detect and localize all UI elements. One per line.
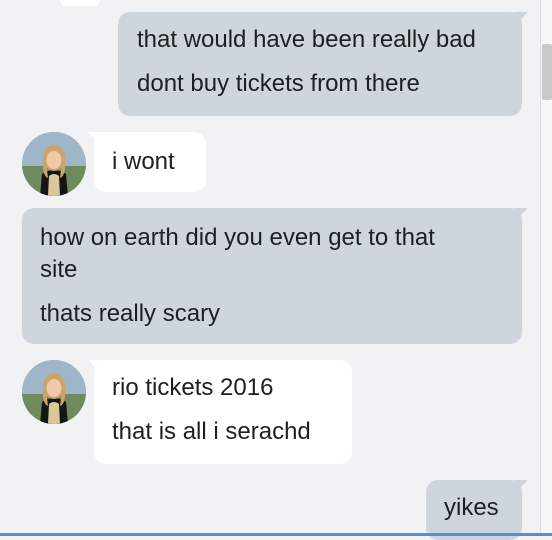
message-text: dont buy tickets from there bbox=[137, 70, 420, 97]
contact-photo-icon bbox=[22, 360, 86, 424]
message-text: i wont bbox=[112, 148, 175, 175]
message-text: rio tickets 2016 bbox=[112, 374, 274, 401]
scrollbar-thumb[interactable] bbox=[542, 44, 552, 100]
message-text: thats really scary bbox=[40, 300, 221, 327]
chat-transcript: that would have been really bad dont buy… bbox=[0, 0, 540, 540]
sent-message-bubble[interactable]: how on earth did you even get to that si… bbox=[22, 208, 528, 344]
message-text: that is all i serachd bbox=[112, 418, 311, 445]
received-message-bubble[interactable]: rio tickets 2016 that is all i serachd bbox=[88, 360, 352, 464]
message-text: yikes bbox=[444, 494, 499, 521]
contact-photo-icon bbox=[22, 132, 86, 196]
message-text: that would have been really bad bbox=[137, 26, 476, 53]
sent-message-bubble[interactable]: yikes bbox=[426, 480, 528, 540]
contact-avatar[interactable] bbox=[22, 360, 86, 424]
sent-message-bubble[interactable]: that would have been really bad dont buy… bbox=[118, 12, 528, 116]
message-text: site bbox=[40, 256, 78, 283]
contact-avatar[interactable] bbox=[22, 132, 86, 196]
received-message-bubble[interactable]: i wont bbox=[88, 132, 206, 192]
message-text: how on earth did you even get to that bbox=[40, 224, 435, 251]
message-bubble-fragment bbox=[60, 0, 100, 6]
scrollbar[interactable] bbox=[540, 0, 552, 536]
